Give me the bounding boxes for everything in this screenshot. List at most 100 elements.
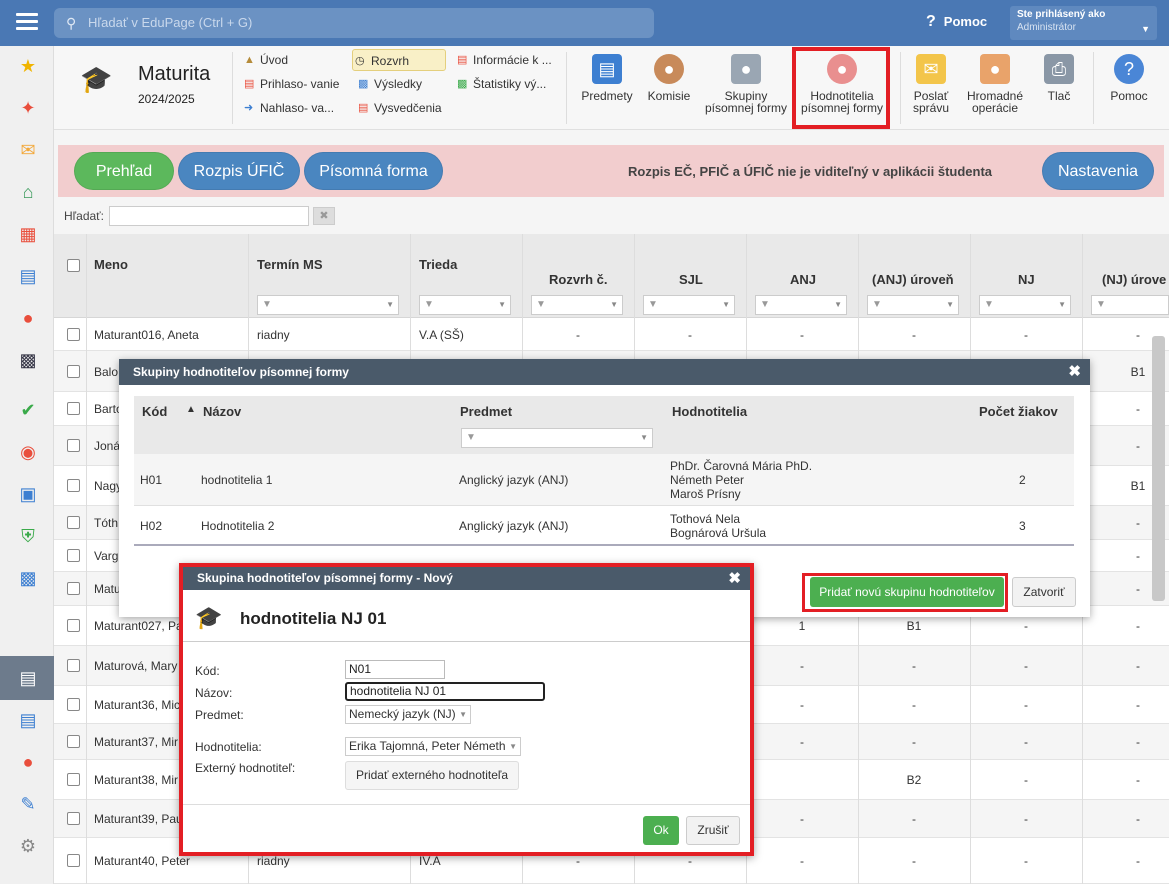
row-checkbox[interactable]	[67, 439, 80, 452]
table-row[interactable]: Maturant016, Aneta riadny V.A (SŠ) - - - - - -	[54, 318, 1169, 351]
menu-vysledky[interactable]: ▩ Výsledky	[356, 73, 422, 95]
home-icon[interactable]: ⌂	[16, 180, 40, 204]
calendar-icon[interactable]: ▩	[16, 348, 40, 372]
filter-rozvrh[interactable]: ▼ ▼	[531, 295, 623, 315]
row-checkbox[interactable]	[67, 516, 80, 529]
kod-input[interactable]: N01	[345, 660, 445, 679]
filter-termin[interactable]: ▼ ▼	[257, 295, 399, 315]
cell-nj_u: -	[1136, 698, 1140, 712]
book-icon[interactable]: ▤	[16, 264, 40, 288]
search-input[interactable]: ⚲ Hľadať v EduPage (Ctrl + G)	[54, 8, 654, 38]
col-nj-uroven[interactable]: (NJ) úrove	[1102, 272, 1166, 287]
table-row[interactable]: H01 hodnotitelia 1 Anglický jazyk (ANJ) …	[134, 454, 1074, 506]
row-checkbox[interactable]	[67, 619, 80, 632]
close-icon[interactable]: ✖	[728, 567, 741, 590]
filter-input[interactable]	[109, 206, 309, 226]
toolbar-poslat-spravu[interactable]: ✉ Poslať správu	[904, 50, 958, 114]
filter-anj[interactable]: ▼ ▼	[755, 295, 847, 315]
shield-icon[interactable]: ⛨	[16, 524, 40, 548]
pen-icon[interactable]: ✎	[16, 792, 40, 816]
tab-rozpis-ufic[interactable]: Rozpis ÚFIČ	[178, 152, 300, 190]
briefcase-icon[interactable]: ▣	[16, 482, 40, 506]
filter-nj[interactable]: ▼ ▼	[979, 295, 1071, 315]
row-checkbox[interactable]	[67, 479, 80, 492]
col-pocet[interactable]: Počet žiakov	[979, 404, 1058, 419]
row-checkbox[interactable]	[67, 812, 80, 825]
menu-rozvrh[interactable]: ◷ Rozvrh	[352, 49, 446, 71]
maturita-icon[interactable]: ▤	[16, 666, 40, 690]
menu-informacie[interactable]: ▤ Informácie k ...	[455, 49, 552, 71]
menu-nahlasovanie[interactable]: ➜ Nahlaso- va...	[242, 97, 334, 119]
menu-statistiky[interactable]: ▩ Štatistiky vý...	[455, 73, 546, 95]
menu-vysvedcenia[interactable]: ▤ Vysvedčenia	[356, 97, 442, 119]
col-predmet[interactable]: Predmet	[460, 404, 512, 419]
filter-sjl[interactable]: ▼ ▼	[643, 295, 735, 315]
nazov-input[interactable]: hodnotitelia NJ 01	[345, 682, 545, 701]
menu-uvod[interactable]: ▲ Úvod	[242, 49, 288, 71]
row-checkbox[interactable]	[67, 327, 80, 341]
filter-icon: ▼	[536, 299, 546, 310]
magic-wand-icon[interactable]: ✦	[16, 96, 40, 120]
menu-icon[interactable]	[16, 13, 38, 31]
mail-icon[interactable]: ✉	[16, 138, 40, 162]
col-meno[interactable]: Meno	[94, 257, 128, 272]
close-icon[interactable]: ✖	[1068, 359, 1081, 385]
filter-anj-uroven[interactable]: ▼ ▼	[867, 295, 959, 315]
row-checkbox[interactable]	[67, 549, 80, 562]
check-icon[interactable]: ✔	[16, 398, 40, 422]
row-checkbox[interactable]	[67, 698, 80, 711]
filter-predmet[interactable]: ▼ ▼	[461, 428, 653, 448]
col-nj[interactable]: NJ	[1018, 272, 1035, 287]
row-checkbox[interactable]	[67, 582, 80, 595]
toolbar-pomoc[interactable]: ? Pomoc	[1103, 50, 1155, 102]
add-external-button[interactable]: Pridať externého hodnotiteľa	[345, 761, 519, 790]
col-kod[interactable]: Kód	[142, 404, 167, 419]
filter-nj-uroven[interactable]: ▼	[1091, 295, 1169, 315]
col-anj[interactable]: ANJ	[790, 272, 816, 287]
col-anj-uroven[interactable]: (ANJ) úroveň	[872, 272, 954, 287]
toolbar-hromadne[interactable]: ● Hromadné operácie	[962, 50, 1028, 114]
chat-icon[interactable]: ●	[16, 750, 40, 774]
row-checkbox[interactable]	[67, 735, 80, 748]
gear-icon[interactable]: ⚙	[16, 834, 40, 858]
col-termin[interactable]: Termín MS	[257, 257, 323, 272]
clear-filter-button[interactable]: ✖	[313, 207, 335, 225]
user-menu[interactable]: Ste prihlásený ako Administrátor ▼	[1010, 6, 1157, 40]
help-link[interactable]: ? Pomoc	[926, 13, 987, 31]
document-icon[interactable]: ▤	[16, 708, 40, 732]
row-checkbox[interactable]	[67, 854, 80, 867]
row-checkbox[interactable]	[67, 364, 80, 378]
filter-trieda[interactable]: ▼ ▼	[419, 295, 511, 315]
timetable-icon[interactable]: ▦	[16, 222, 40, 246]
col-hodnotitelia[interactable]: Hodnotitelia	[672, 404, 747, 419]
toolbar-predmety[interactable]: ▤ Predmety	[580, 50, 634, 102]
grid-scrollbar[interactable]	[1152, 336, 1165, 601]
cell-anj: -	[800, 854, 804, 868]
ok-button[interactable]: Ok	[643, 816, 679, 845]
hodnotitelia-select[interactable]: Erika Tajomná, Peter Németh ▼	[345, 737, 521, 756]
predmet-select[interactable]: Nemecký jazyk (NJ) ▼	[345, 705, 471, 724]
menu-prihlasovanie[interactable]: ▤ Prihlaso- vanie	[242, 73, 339, 95]
row-checkbox[interactable]	[67, 773, 80, 786]
close-button[interactable]: Zatvoriť	[1012, 577, 1076, 607]
col-trieda[interactable]: Trieda	[419, 257, 457, 272]
select-all-checkbox[interactable]	[67, 259, 80, 272]
table-row[interactable]: H02 Hodnotitelia 2 Anglický jazyk (ANJ) …	[134, 506, 1074, 546]
settings-button[interactable]: Nastavenia	[1042, 152, 1154, 190]
tab-prehlad[interactable]: Prehľad	[74, 152, 174, 190]
user-icon[interactable]: ●	[16, 306, 40, 330]
col-rozvrh[interactable]: Rozvrh č.	[549, 272, 608, 287]
cancel-button[interactable]: Zrušiť	[686, 816, 740, 845]
toolbar-skupiny[interactable]: ● Skupiny písomnej formy	[702, 50, 790, 114]
star-icon[interactable]: ★	[16, 54, 40, 78]
chart-icon[interactable]: ▩	[16, 566, 40, 590]
tab-pisomna-forma[interactable]: Písomná forma	[304, 152, 443, 190]
toolbar-tlac[interactable]: ⎙ Tlač	[1034, 50, 1084, 102]
toolbar-komisie[interactable]: ● Komisie	[642, 50, 696, 102]
grade-icon[interactable]: ◉	[16, 440, 40, 464]
col-sjl[interactable]: SJL	[679, 272, 703, 287]
chevron-down-icon: ▼	[498, 300, 506, 309]
col-nazov[interactable]: Názov	[203, 404, 241, 419]
row-checkbox[interactable]	[67, 402, 80, 415]
row-checkbox[interactable]	[67, 659, 80, 672]
